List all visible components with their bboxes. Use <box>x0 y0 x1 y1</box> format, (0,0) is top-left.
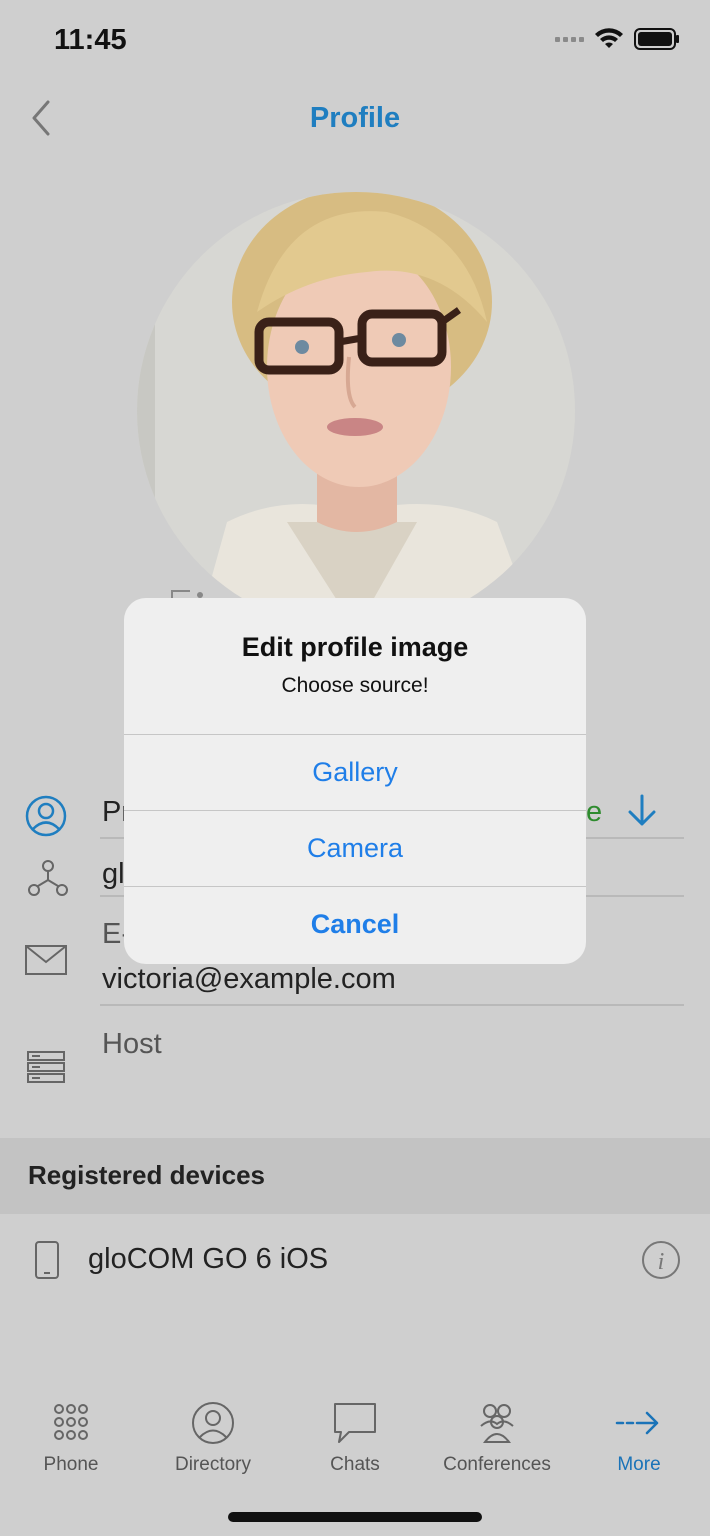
avatar-image <box>137 192 575 630</box>
tab-label: Conferences <box>443 1454 551 1475</box>
svg-text:i: i <box>658 1249 665 1275</box>
signal-icon <box>555 36 584 42</box>
profile-field-trailing: e <box>586 796 603 828</box>
home-indicator[interactable] <box>228 1512 482 1522</box>
camera-button[interactable]: Camera <box>124 811 586 886</box>
tab-conferences[interactable]: Conferences <box>426 1400 568 1476</box>
device-name[interactable]: gloCOM GO 6 iOS <box>88 1243 328 1276</box>
tab-directory[interactable]: Directory <box>142 1400 284 1476</box>
info-icon[interactable]: i <box>641 1240 681 1280</box>
tab-label: Phone <box>43 1454 99 1475</box>
user-icon <box>25 795 67 837</box>
field-divider <box>100 1004 684 1006</box>
dialpad-icon <box>54 1404 88 1440</box>
mail-icon <box>25 945 67 975</box>
profile-avatar[interactable] <box>137 192 575 630</box>
tab-label: Directory <box>174 1454 251 1475</box>
phone-device-icon <box>35 1241 59 1279</box>
server-icon <box>27 1051 65 1083</box>
registered-devices-title: Registered devices <box>28 1160 266 1190</box>
host-field[interactable]: Host <box>102 1028 162 1061</box>
tab-chats[interactable]: Chats <box>284 1400 426 1476</box>
chat-bubble-icon <box>334 1403 376 1443</box>
cancel-button[interactable]: Cancel <box>124 887 586 962</box>
wifi-icon <box>595 28 623 48</box>
gallery-button[interactable]: Gallery <box>124 735 586 810</box>
dialog-title: Edit profile image <box>241 632 469 662</box>
profile-field-text[interactable]: gl <box>102 858 125 891</box>
battery-icon <box>634 28 679 50</box>
page-title: Profile <box>309 102 401 134</box>
tab-label: Chats <box>330 1454 380 1475</box>
status-time: 11:45 <box>54 24 127 56</box>
tab-more[interactable]: More <box>568 1400 710 1476</box>
network-icon <box>28 860 68 896</box>
tab-phone[interactable]: Phone <box>0 1400 142 1476</box>
arrow-down-icon[interactable] <box>626 794 658 828</box>
arrow-right-icon <box>615 1411 659 1435</box>
status-indicators <box>555 28 680 50</box>
email-value[interactable]: victoria@example.com <box>102 963 396 996</box>
tab-label: More <box>617 1454 661 1475</box>
user-circle-icon <box>192 1402 234 1444</box>
dialog-message: Choose source! <box>281 674 429 697</box>
edit-profile-image-dialog: Edit profile image Choose source! Galler… <box>124 598 586 964</box>
group-icon <box>480 1404 514 1443</box>
